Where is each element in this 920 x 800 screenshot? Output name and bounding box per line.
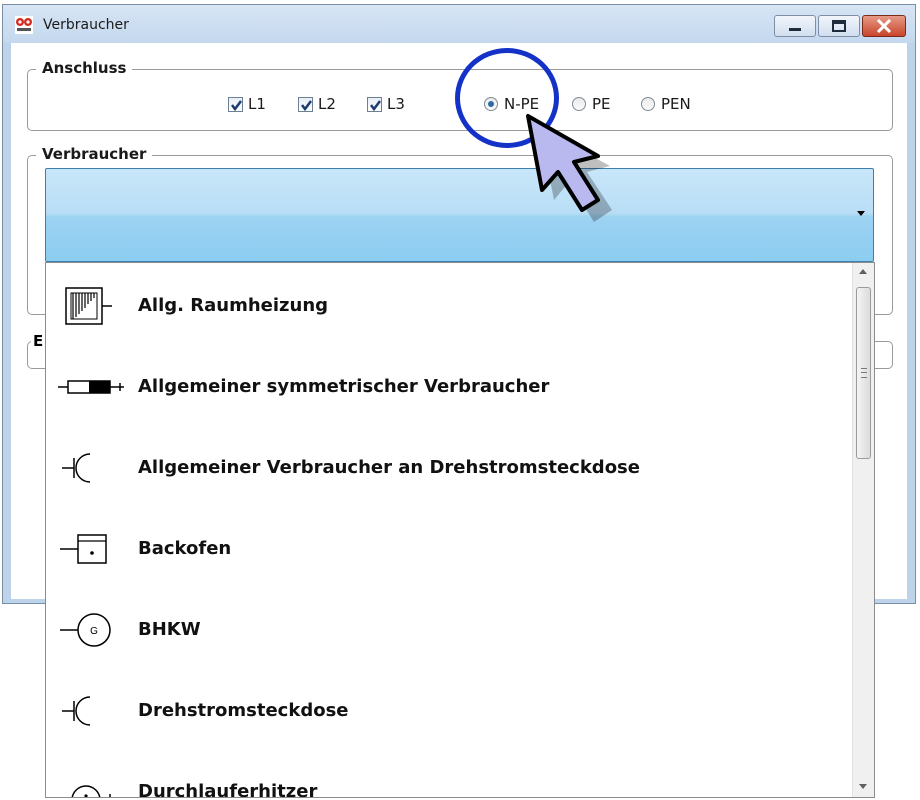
maximize-icon bbox=[832, 20, 846, 32]
list-item-label: Allgemeiner symmetrischer Verbraucher bbox=[138, 376, 550, 397]
dropdown-arrow-icon[interactable] bbox=[857, 211, 865, 216]
scrollbar-thumb[interactable] bbox=[856, 287, 871, 459]
grip-icon bbox=[861, 368, 867, 378]
room-heating-icon bbox=[65, 286, 112, 325]
checkbox-label: L3 bbox=[387, 95, 405, 113]
list-item-label: Backofen bbox=[138, 538, 232, 559]
checkbox-box[interactable] bbox=[298, 96, 313, 112]
minimize-button[interactable] bbox=[774, 15, 816, 37]
close-icon bbox=[876, 18, 892, 34]
anschluss-legend: Anschluss bbox=[36, 59, 133, 77]
radio-pen[interactable]: PEN bbox=[641, 95, 691, 113]
list-item-bhkw[interactable]: G BHKW bbox=[46, 589, 851, 670]
list-item-label: Drehstromsteckdose bbox=[138, 700, 349, 721]
checkbox-l2[interactable]: L2 bbox=[298, 95, 336, 113]
radio-pe[interactable]: PE bbox=[572, 95, 611, 113]
anschluss-group: Anschluss bbox=[27, 59, 893, 131]
list-item-label: BHKW bbox=[138, 619, 201, 640]
oven-icon bbox=[60, 533, 107, 564]
radio-label: PE bbox=[592, 95, 611, 113]
checkmark-icon bbox=[301, 99, 312, 111]
checkbox-box[interactable] bbox=[228, 96, 243, 112]
window-title: Verbraucher bbox=[43, 17, 129, 33]
list-item-label: Durchlauferhitzer bbox=[138, 781, 318, 798]
checkmark-icon bbox=[370, 99, 381, 111]
checkbox-label: L1 bbox=[248, 95, 266, 113]
scroll-down-arrow-icon[interactable] bbox=[859, 784, 867, 789]
verbraucher-legend: Verbraucher bbox=[36, 145, 153, 163]
radio-button[interactable] bbox=[641, 97, 655, 111]
list-item-backofen[interactable]: Backofen bbox=[46, 508, 851, 589]
generator-letter: G bbox=[90, 626, 98, 637]
chp-generator-icon: G bbox=[60, 612, 111, 647]
instant-water-heater-icon bbox=[71, 784, 111, 797]
partial-group-legend: E bbox=[31, 332, 46, 350]
verbraucher-combobox[interactable] bbox=[45, 168, 874, 262]
dropdown-scrollbar[interactable] bbox=[852, 263, 874, 797]
close-button[interactable] bbox=[862, 15, 906, 37]
three-phase-socket-icon bbox=[62, 695, 91, 726]
minimize-icon bbox=[789, 28, 801, 31]
list-item-durchlauferhitzer[interactable]: Durchlauferhitzer bbox=[46, 751, 851, 798]
three-phase-socket-icon bbox=[62, 452, 91, 483]
list-item-drehstromsteckdose[interactable]: Drehstromsteckdose bbox=[46, 670, 851, 751]
list-item-allgemeiner-symmetrischer-verbraucher[interactable]: Allgemeiner symmetrischer Verbraucher bbox=[46, 346, 851, 427]
checkmark-icon bbox=[231, 99, 242, 111]
radio-button[interactable] bbox=[572, 97, 586, 111]
symmetric-consumer-icon bbox=[58, 379, 124, 394]
op-logo-icon bbox=[15, 16, 33, 34]
verbraucher-dropdown-list[interactable]: Allg. Raumheizung Allgemeiner symmetrisc… bbox=[45, 262, 875, 798]
title-bar[interactable]: Verbraucher bbox=[3, 5, 915, 43]
list-item-verbraucher-an-drehstromsteckdose[interactable]: Allgemeiner Verbraucher an Drehstromstec… bbox=[46, 427, 851, 508]
radio-label: N-PE bbox=[504, 95, 540, 113]
list-item-label: Allgemeiner Verbraucher an Drehstromstec… bbox=[138, 457, 640, 478]
list-item-allg-raumheizung[interactable]: Allg. Raumheizung bbox=[46, 265, 851, 346]
checkbox-l3[interactable]: L3 bbox=[367, 95, 405, 113]
checkbox-box[interactable] bbox=[367, 96, 382, 112]
list-item-label: Allg. Raumheizung bbox=[138, 295, 329, 316]
scroll-up-arrow-icon[interactable] bbox=[859, 269, 867, 274]
checkbox-l1[interactable]: L1 bbox=[228, 95, 266, 113]
checkbox-label: L2 bbox=[318, 95, 336, 113]
radio-n-pe[interactable]: N-PE bbox=[484, 95, 539, 113]
radio-button-selected[interactable] bbox=[484, 97, 498, 111]
radio-label: PEN bbox=[661, 95, 691, 113]
maximize-button[interactable] bbox=[818, 15, 860, 37]
